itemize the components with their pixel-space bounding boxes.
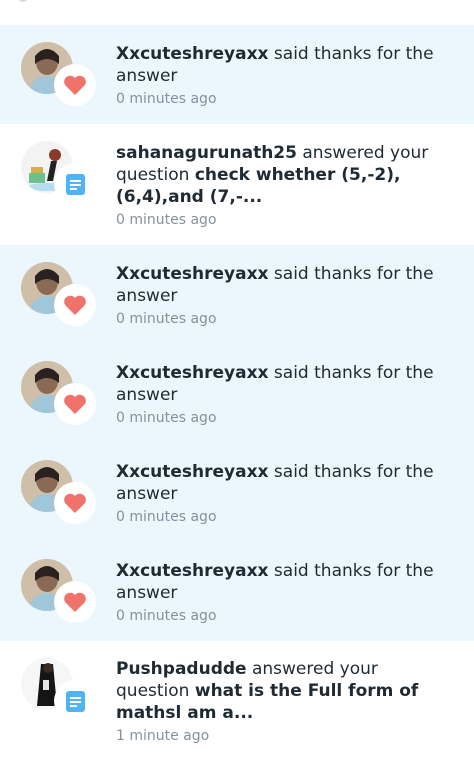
avatar-with-badge bbox=[21, 141, 97, 207]
username-link[interactable]: sahanagurunath25 bbox=[116, 143, 297, 163]
avatar-with-badge bbox=[21, 262, 97, 328]
timestamp: 0 minutes ago bbox=[116, 91, 217, 107]
notification-text: Xxcuteshreyaxx said thanks for the answe… bbox=[116, 263, 456, 307]
notification-item[interactable]: sahanagurunath25 answered your question … bbox=[0, 124, 474, 245]
avatar-edge bbox=[18, 0, 28, 2]
notification-text: sahanagurunath25 answered your question … bbox=[116, 142, 456, 208]
username-link[interactable]: Xxcuteshreyaxx bbox=[116, 44, 269, 64]
username-link[interactable]: Pushpadudde bbox=[116, 659, 247, 679]
notification-item[interactable]: Xxcuteshreyaxx said thanks for the answe… bbox=[0, 542, 474, 641]
username-link[interactable]: Xxcuteshreyaxx bbox=[116, 462, 269, 482]
notification-text: Xxcuteshreyaxx said thanks for the answe… bbox=[116, 461, 456, 505]
avatar-with-badge bbox=[21, 460, 97, 526]
notification-text: Xxcuteshreyaxx said thanks for the answe… bbox=[116, 362, 456, 406]
timestamp: 1 minute ago bbox=[116, 728, 210, 744]
timestamp: 0 minutes ago bbox=[116, 212, 217, 228]
username-link[interactable]: Xxcuteshreyaxx bbox=[116, 363, 269, 383]
heart-icon bbox=[54, 64, 96, 106]
timestamp: 0 minutes ago bbox=[116, 509, 217, 525]
notification-item[interactable]: Xxcuteshreyaxx said thanks for the answe… bbox=[0, 245, 474, 344]
answer-document-icon bbox=[54, 163, 96, 205]
timestamp: 0 minutes ago bbox=[116, 608, 217, 624]
notification-text: Xxcuteshreyaxx said thanks for the answe… bbox=[116, 43, 456, 87]
heart-icon bbox=[54, 383, 96, 425]
notification-item[interactable]: Pushpadudde answered your question what … bbox=[0, 641, 474, 757]
avatar-with-badge bbox=[21, 361, 97, 427]
username-link[interactable]: Xxcuteshreyaxx bbox=[116, 561, 269, 581]
notification-text: Xxcuteshreyaxx said thanks for the answe… bbox=[116, 560, 456, 604]
notification-item[interactable]: Xxcuteshreyaxx said thanks for the answe… bbox=[0, 25, 474, 124]
notification-item[interactable]: Xxcuteshreyaxx said thanks for the answe… bbox=[0, 344, 474, 443]
previous-item-edge bbox=[0, 0, 474, 25]
avatar-with-badge bbox=[21, 559, 97, 625]
heart-icon bbox=[54, 482, 96, 524]
username-link[interactable]: Xxcuteshreyaxx bbox=[116, 264, 269, 284]
heart-icon bbox=[54, 581, 96, 623]
heart-icon bbox=[54, 284, 96, 326]
notification-feed: Xxcuteshreyaxx said thanks for the answe… bbox=[0, 0, 474, 757]
timestamp: 0 minutes ago bbox=[116, 311, 217, 327]
avatar-with-badge bbox=[21, 658, 97, 724]
notification-text: Pushpadudde answered your question what … bbox=[116, 658, 456, 724]
avatar-with-badge bbox=[21, 42, 97, 108]
timestamp: 0 minutes ago bbox=[116, 410, 217, 426]
answer-document-icon bbox=[54, 680, 96, 722]
notification-item[interactable]: Xxcuteshreyaxx said thanks for the answe… bbox=[0, 443, 474, 542]
